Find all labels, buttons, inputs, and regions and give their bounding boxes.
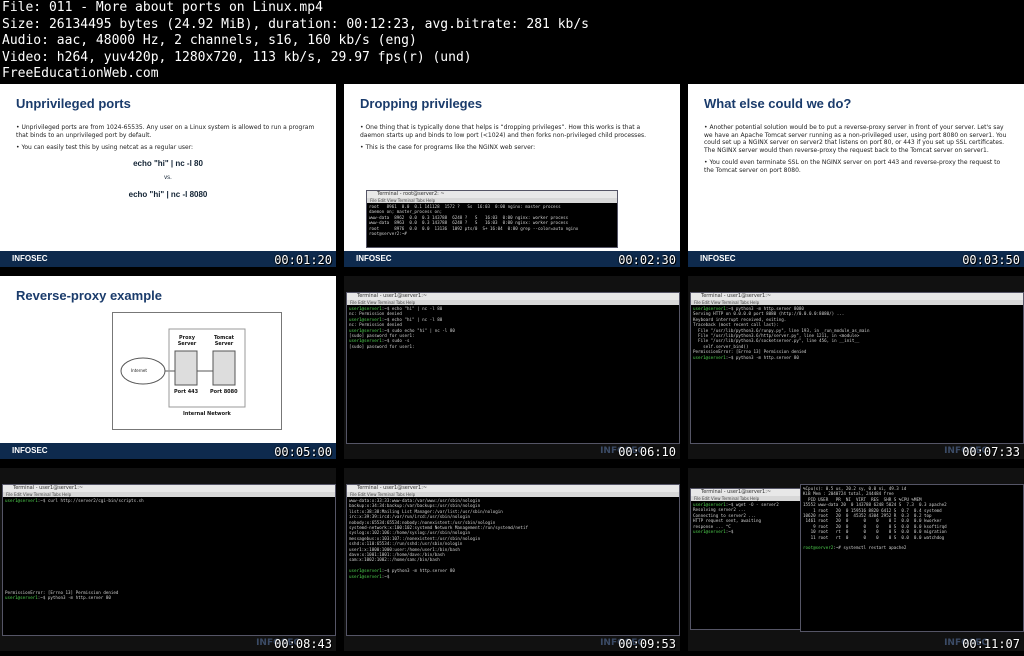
proxy-server-icon [174,350,198,386]
thumbnail-1[interactable]: Unprivileged ports • Unprivileged ports … [0,84,336,267]
terminal-output: user1@server1:~$ echo "hi" | nc -l 80 nc… [349,306,455,349]
thumbnail-8[interactable]: Terminal - user1@server1:~ File Edit Vie… [344,468,680,651]
timestamp: 00:01:20 [274,253,332,267]
thumbnail-5[interactable]: Terminal - user1@server1:~ File Edit Vie… [344,276,680,459]
audio-line: Audio: aac, 48000 Hz, 2 channels, s16, 1… [2,33,417,48]
thumbnail-4[interactable]: Reverse-proxy example Internet Proxy Ser… [0,276,336,459]
thumbnail-9[interactable]: Terminal - user1@server1:~ File Edit Vie… [688,468,1024,651]
terminal-titlebar: Terminal - user1@server1:~ [347,485,679,492]
tomcat-label: Tomcat Server [213,335,235,347]
timestamp: 00:09:53 [618,637,676,651]
timestamp: 00:05:00 [274,445,332,459]
slide-title: Dropping privileges [360,96,483,111]
proxy-label: Proxy Server [177,335,197,347]
port-443-label: Port 443 [174,389,199,395]
top-window: %Cpu(s): 0.5 us, 20.2 sy, 0.0 ni, 49.3 i… [800,484,1024,632]
command-1: echo "hi" | nc -l 80 [133,158,203,168]
thumbnail-2[interactable]: Dropping privileges • One thing that is … [344,84,680,267]
timestamp: 00:03:50 [962,253,1020,267]
terminal-window: Terminal - root@server2: ~ File Edit Vie… [366,190,618,248]
thumbnail-3[interactable]: What else could we do? • Another potenti… [688,84,1024,267]
terminal-window: Terminal - user1@server1:~ File Edit Vie… [690,292,1024,444]
terminal-window: Terminal - user1@server1:~ File Edit Vie… [2,484,336,636]
terminal-titlebar: Terminal - user1@server1:~ [3,485,335,492]
file-line: File: 011 - More about ports on Linux.mp… [2,0,323,15]
timestamp: 00:07:33 [962,445,1020,459]
command-2: echo "hi" | nc -l 8080 [128,189,208,199]
timestamp: 00:11:07 [962,637,1020,651]
brand-label: INFOSEC [12,254,48,263]
terminal-output: www-data:x:33:33:www-data:/var/www:/usr/… [349,498,528,579]
slide-body: • One thing that is typically done that … [360,124,647,152]
terminal-output: user1@server1:~$ curl http://server2/cgi… [5,498,144,601]
timestamp: 00:08:43 [274,637,332,651]
terminal-window: Terminal - user1@server1:~ File Edit Vie… [346,292,680,444]
timestamp: 00:06:10 [618,445,676,459]
terminal-output: root 8961 0.0 0.1 141128 1572 ? Ss 16:03… [369,204,579,237]
timestamp: 00:02:30 [618,253,676,267]
site-line: FreeEducationWeb.com [2,66,159,81]
network-label: Internal Network [183,411,231,417]
terminal-titlebar: Terminal - user1@server1:~ [347,293,679,300]
thumbnail-6[interactable]: Terminal - user1@server1:~ File Edit Vie… [688,276,1024,459]
file-info: File: 011 - More about ports on Linux.mp… [2,0,589,83]
terminal-window: Terminal - user1@server1:~ File Edit Vie… [346,484,680,636]
size-line: Size: 26134495 bytes (24.92 MiB), durati… [2,16,589,32]
network-diagram: Internet Proxy Server Tomcat Server Port… [112,312,282,430]
terminal-output: user1@server1:~$ python3 -m http.server … [693,306,870,360]
slide-title: What else could we do? [704,96,852,111]
slide-title: Reverse-proxy example [16,288,162,303]
top-output: %Cpu(s): 0.5 us, 20.2 sy, 0.0 ni, 49.3 i… [803,486,947,551]
video-line: Video: h264, yuv420p, 1280x720, 113 kb/s… [2,49,472,65]
vs-label: vs. [164,175,172,182]
terminal-titlebar: Terminal - user1@server1:~ [691,293,1023,300]
tomcat-server-icon [212,350,236,386]
slide-title: Unprivileged ports [16,96,131,111]
port-8080-label: Port 8080 [210,389,238,395]
terminal-titlebar: Terminal - root@server2: ~ [367,191,617,198]
slide-body: • Unprivileged ports are from 1024-65535… [16,124,320,207]
thumbnail-7[interactable]: Terminal - user1@server1:~ File Edit Vie… [0,468,336,651]
internet-label: Internet [131,368,147,373]
slide-body: • Another potential solution would be to… [704,124,1007,174]
